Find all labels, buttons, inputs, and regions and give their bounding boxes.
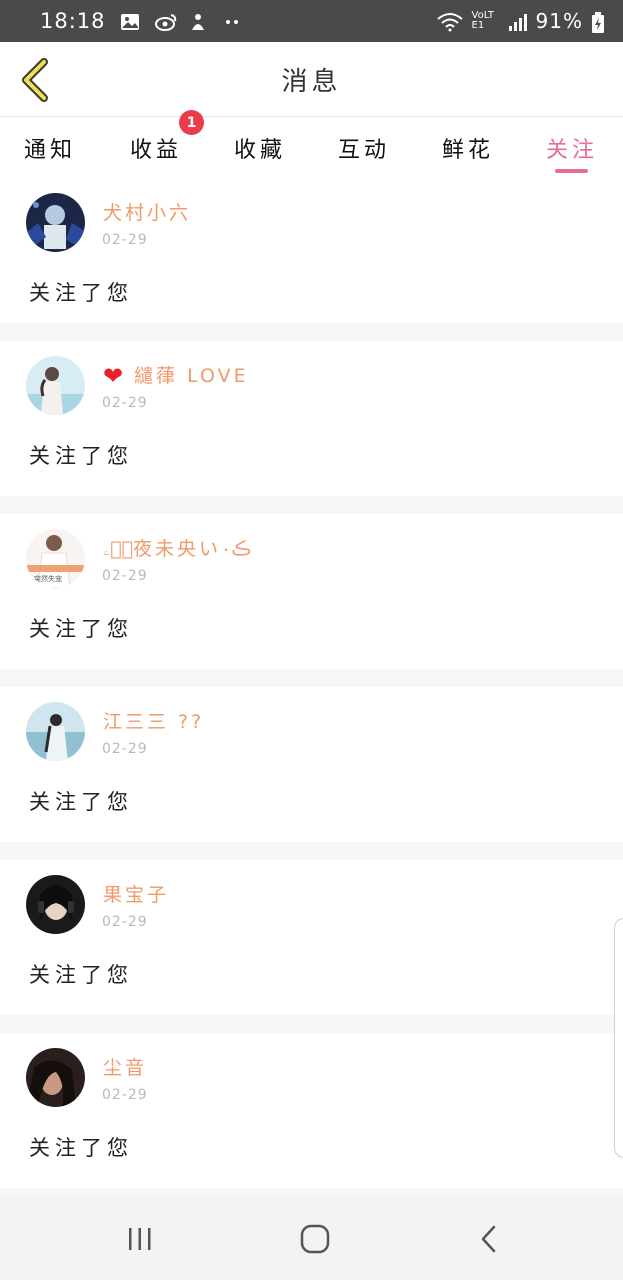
user-name[interactable]: 尘音 xyxy=(103,1053,147,1080)
status-time: 18:18 xyxy=(40,9,106,33)
avatar[interactable] xyxy=(26,193,85,252)
home-icon xyxy=(300,1224,330,1254)
weibo-icon xyxy=(154,12,176,31)
list-item[interactable]: ❤ 繾葎 LOVE 02-29 关注了您 xyxy=(0,341,623,496)
edge-panel-handle[interactable] xyxy=(614,918,623,1158)
divider xyxy=(0,496,623,514)
avatar[interactable] xyxy=(26,875,85,934)
message-text: 关注了您 xyxy=(29,963,133,987)
tab-bar: 通知 收益 收藏 互动 鲜花 关注 xyxy=(0,118,623,178)
wifi-icon xyxy=(436,12,464,32)
tab-label: 关注 xyxy=(545,138,598,163)
message-date: 02-29 xyxy=(102,232,148,248)
user-name-text: 繾葎 LOVE xyxy=(134,365,249,387)
tab-favorites[interactable]: 收藏 xyxy=(228,118,292,178)
recent-apps-icon xyxy=(129,1228,151,1250)
avatar[interactable] xyxy=(26,1048,85,1107)
avatar[interactable] xyxy=(26,702,85,761)
tab-label: 收益 xyxy=(129,138,182,163)
message-text: 关注了您 xyxy=(29,790,133,814)
user-name[interactable]: 江三三 ?? xyxy=(103,707,204,734)
recent-apps-button[interactable] xyxy=(110,1214,170,1264)
list-item[interactable]: 尘音 02-29 关注了您 xyxy=(0,1033,623,1188)
heart-icon: ❤ xyxy=(103,362,127,390)
home-button[interactable] xyxy=(285,1214,345,1264)
status-bar: 18:18 VoLTE1 91% xyxy=(0,0,623,42)
list-item[interactable]: 江三三 ?? 02-29 关注了您 xyxy=(0,687,623,842)
list-item[interactable]: 果宝子 02-29 关注了您 xyxy=(0,860,623,1015)
message-date: 02-29 xyxy=(102,1087,148,1103)
dots-icon xyxy=(222,12,242,30)
list-item[interactable]: 犬村小六 02-29 关注了您 xyxy=(0,178,623,333)
user-name[interactable]: ۦ﹏ۣ夜未央いڪ۰ xyxy=(103,534,251,561)
user-name[interactable]: 果宝子 xyxy=(103,880,169,907)
message-date: 02-29 xyxy=(102,914,148,930)
tab-flowers[interactable]: 鲜花 xyxy=(436,118,500,178)
battery-icon xyxy=(591,12,605,33)
divider xyxy=(0,1015,623,1033)
active-tab-indicator xyxy=(555,169,588,173)
image-icon xyxy=(120,12,140,30)
list-item[interactable]: 突然失宠 ۦ﹏ۣ夜未央いڪ۰ 02-29 关注了您 xyxy=(0,514,623,669)
navigation-bar xyxy=(0,1198,623,1280)
message-text: 关注了您 xyxy=(29,281,133,305)
message-date: 02-29 xyxy=(102,568,148,584)
divider xyxy=(0,323,623,341)
divider xyxy=(0,842,623,860)
signal-icon xyxy=(508,12,528,31)
message-list: 犬村小六 02-29 关注了您 ❤ 繾葎 LOVE 02-29 关注了您 突然失宠… xyxy=(0,178,623,1206)
avatar-caption: 突然失宠 xyxy=(34,575,62,583)
message-text: 关注了您 xyxy=(29,617,133,641)
tab-label: 鲜花 xyxy=(441,138,494,163)
battery-percent: 91% xyxy=(535,9,583,33)
system-back-button[interactable] xyxy=(459,1214,519,1264)
tab-earnings[interactable]: 收益 xyxy=(124,118,188,178)
tab-notifications[interactable]: 通知 xyxy=(18,118,82,178)
avatar[interactable]: 突然失宠 xyxy=(26,529,85,588)
message-date: 02-29 xyxy=(102,395,148,411)
tab-interactions[interactable]: 互动 xyxy=(332,118,396,178)
tab-label: 互动 xyxy=(337,138,390,163)
header: 消息 xyxy=(0,42,623,117)
user-name[interactable]: 犬村小六 xyxy=(103,198,191,225)
tab-label: 通知 xyxy=(23,138,76,163)
earnings-badge: 1 xyxy=(179,110,204,135)
message-date: 02-29 xyxy=(102,741,148,757)
network-label: VoLTE1 xyxy=(471,10,495,31)
avatar[interactable] xyxy=(26,356,85,415)
back-button[interactable] xyxy=(12,52,58,108)
page-title: 消息 xyxy=(281,67,342,97)
tab-label: 收藏 xyxy=(233,138,286,163)
message-text: 关注了您 xyxy=(29,1136,133,1160)
divider xyxy=(0,669,623,687)
user-name[interactable]: ❤ 繾葎 LOVE xyxy=(103,361,249,390)
chevron-left-icon xyxy=(22,58,48,102)
back-icon xyxy=(481,1225,496,1253)
message-text: 关注了您 xyxy=(29,444,133,468)
app-icon xyxy=(188,12,208,30)
